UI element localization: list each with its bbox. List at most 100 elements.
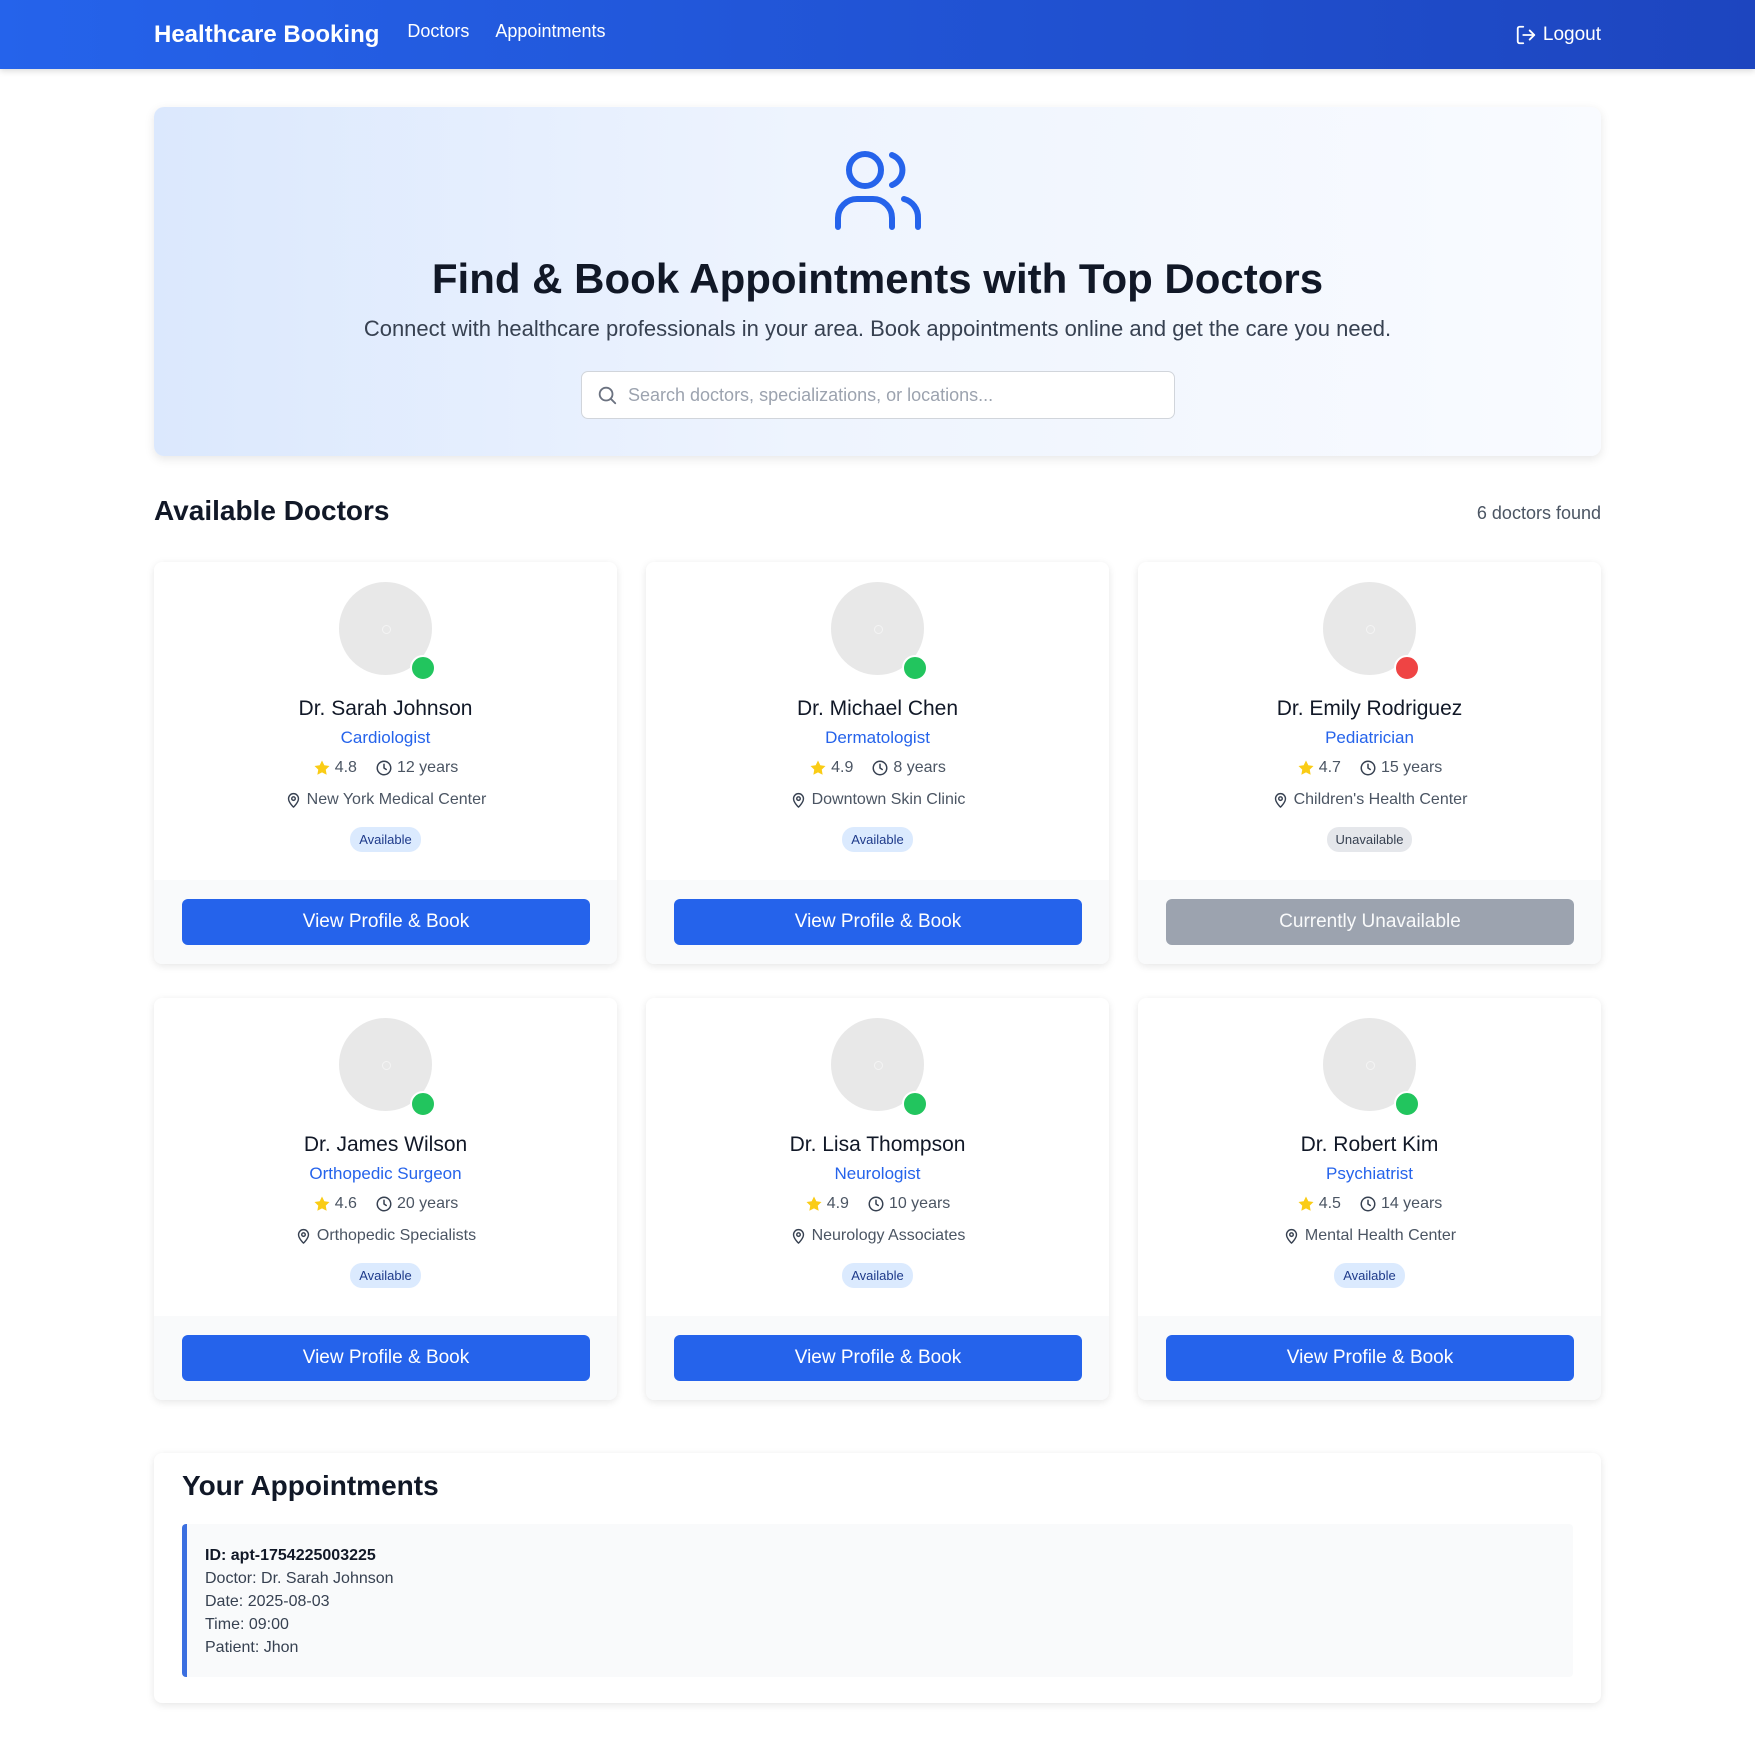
star-icon [1298, 760, 1314, 775]
star-icon [314, 1196, 330, 1211]
doctor-meta: 4.9 8 years [646, 759, 1109, 777]
doctor-experience: 15 years [1380, 759, 1443, 776]
doctor-experience: 20 years [396, 1195, 459, 1212]
doctor-location-label: Mental Health Center [1304, 1227, 1457, 1244]
doctor-location: Orthopedic Specialists [154, 1227, 617, 1245]
clock-icon [1360, 760, 1376, 776]
doctor-name: Dr. Robert Kim [1300, 1133, 1439, 1156]
doctors-count: 6 doctors found [1476, 503, 1601, 523]
status-badge: Unavailable [1326, 827, 1413, 852]
card-footer: View Profile & Book [646, 1316, 1109, 1400]
search-input[interactable] [628, 384, 1168, 406]
doctor-rating: 4.6 [334, 1195, 357, 1212]
doctor-name: Dr. Michael Chen [796, 697, 959, 720]
availability-dot [410, 655, 436, 681]
available-doctors-title: Available Doctors [154, 495, 390, 526]
hero-banner: Find & Book Appointments with Top Doctor… [154, 107, 1601, 456]
doctor-card: Dr. Michael Chen Dermatologist 4.9 8 years D… [646, 562, 1109, 964]
doctor-rating: 4.8 [334, 759, 357, 776]
clock-icon [872, 760, 888, 776]
location-pin-icon [792, 1228, 804, 1244]
card-footer: View Profile & Book [154, 1316, 617, 1400]
clock-icon [1360, 1196, 1376, 1212]
nav-link-doctors[interactable]: Doctors [407, 21, 469, 42]
status-badge: Available [842, 1263, 913, 1288]
doctor-specialty: Dermatologist [825, 728, 930, 747]
star-icon [806, 1196, 822, 1211]
card-footer: View Profile & Book [154, 880, 617, 964]
doctor-name: Dr. James Wilson [303, 1133, 468, 1156]
status-badge: Available [350, 1263, 421, 1288]
doctor-location: New York Medical Center [154, 791, 617, 809]
doctor-location: Children's Health Center [1138, 791, 1601, 809]
doctor-specialty: Orthopedic Surgeon [309, 1164, 462, 1183]
clock-icon [868, 1196, 884, 1212]
currently-unavailable-button: Currently Unavailable [1166, 899, 1574, 945]
search-icon [598, 386, 617, 405]
doctor-meta: 4.5 14 years [1138, 1195, 1601, 1213]
star-icon [810, 760, 826, 775]
clock-icon [376, 1196, 392, 1212]
doctor-card: Dr. Sarah Johnson Cardiologist 4.8 12 years… [154, 562, 617, 964]
doctor-location-label: New York Medical Center [306, 791, 487, 808]
card-footer: View Profile & Book [1138, 1316, 1601, 1400]
nav-link-appointments[interactable]: Appointments [495, 21, 605, 42]
status-badge: Available [842, 827, 913, 852]
doctor-meta: 4.7 15 years [1138, 759, 1601, 777]
view-profile-book-button[interactable]: View Profile & Book [674, 1335, 1082, 1381]
appointments-panel: Your Appointments ID: apt-1754225003225 … [154, 1453, 1601, 1703]
view-profile-book-button[interactable]: View Profile & Book [182, 1335, 590, 1381]
doctor-location-label: Children's Health Center [1293, 791, 1468, 808]
doctor-location-label: Downtown Skin Clinic [811, 791, 966, 808]
location-pin-icon [287, 792, 299, 808]
doctor-meta: 4.9 10 years [646, 1195, 1109, 1213]
doctor-name: Dr. Sarah Johnson [298, 697, 473, 720]
star-icon [1298, 1196, 1314, 1211]
appointment-time: Time: 09:00 [205, 1616, 289, 1633]
location-pin-icon [297, 1228, 310, 1244]
doctor-specialty: Neurologist [834, 1164, 921, 1183]
brand-logo[interactable]: Healthcare Booking [154, 21, 379, 49]
top-navbar: Healthcare Booking Doctors Appointments … [0, 0, 1755, 69]
appointment-item: ID: apt-1754225003225 Doctor: Dr. Sarah … [182, 1524, 1573, 1677]
doctor-experience: 10 years [888, 1195, 951, 1212]
logout-button[interactable]: Logout [1515, 24, 1601, 46]
doctor-name: Dr. Lisa Thompson [789, 1133, 966, 1156]
doctor-meta: 4.6 20 years [154, 1195, 617, 1213]
status-badge: Available [350, 827, 421, 852]
doctor-specialty: Cardiologist [340, 728, 431, 747]
doctor-card: Dr. Lisa Thompson Neurologist 4.9 10 years N… [646, 998, 1109, 1400]
doctor-specialty: Psychiatrist [1326, 1164, 1413, 1183]
availability-dot [1394, 655, 1420, 681]
logout-label: Logout [1542, 23, 1601, 45]
card-footer: Currently Unavailable [1138, 880, 1601, 964]
doctor-experience: 14 years [1380, 1195, 1443, 1212]
doctor-specialty: Pediatrician [1325, 728, 1414, 747]
doctor-rating: 4.9 [831, 759, 854, 776]
appointment-date: Date: 2025-08-03 [205, 1593, 330, 1610]
doctor-location: Downtown Skin Clinic [646, 791, 1109, 809]
users-icon [834, 149, 922, 236]
search-box[interactable] [581, 371, 1175, 419]
doctor-card: Dr. Robert Kim Psychiatrist 4.5 14 years Men… [1138, 998, 1601, 1400]
doctor-meta: 4.8 12 years [154, 759, 617, 777]
doctor-location-label: Neurology Associates [811, 1227, 966, 1244]
view-profile-book-button[interactable]: View Profile & Book [1166, 1335, 1574, 1381]
card-footer: View Profile & Book [646, 880, 1109, 964]
location-pin-icon [792, 792, 804, 808]
doctor-location: Neurology Associates [646, 1227, 1109, 1245]
hero-title: Find & Book Appointments with Top Doctor… [431, 255, 1324, 302]
availability-dot [410, 1091, 436, 1117]
doctor-name: Dr. Emily Rodriguez [1276, 697, 1463, 720]
logout-icon [1516, 25, 1536, 44]
doctor-rating: 4.7 [1318, 759, 1341, 776]
location-pin-icon [1285, 1228, 1298, 1244]
doctor-card: Dr. Emily Rodriguez Pediatrician 4.7 15 yea… [1138, 562, 1601, 964]
availability-dot [1394, 1091, 1420, 1117]
clock-icon [376, 760, 392, 776]
view-profile-book-button[interactable]: View Profile & Book [182, 899, 590, 945]
doctor-location-label: Orthopedic Specialists [316, 1227, 477, 1244]
view-profile-book-button[interactable]: View Profile & Book [674, 899, 1082, 945]
appointment-patient: Patient: Jhon [205, 1639, 299, 1656]
doctor-experience: 12 years [396, 759, 459, 776]
